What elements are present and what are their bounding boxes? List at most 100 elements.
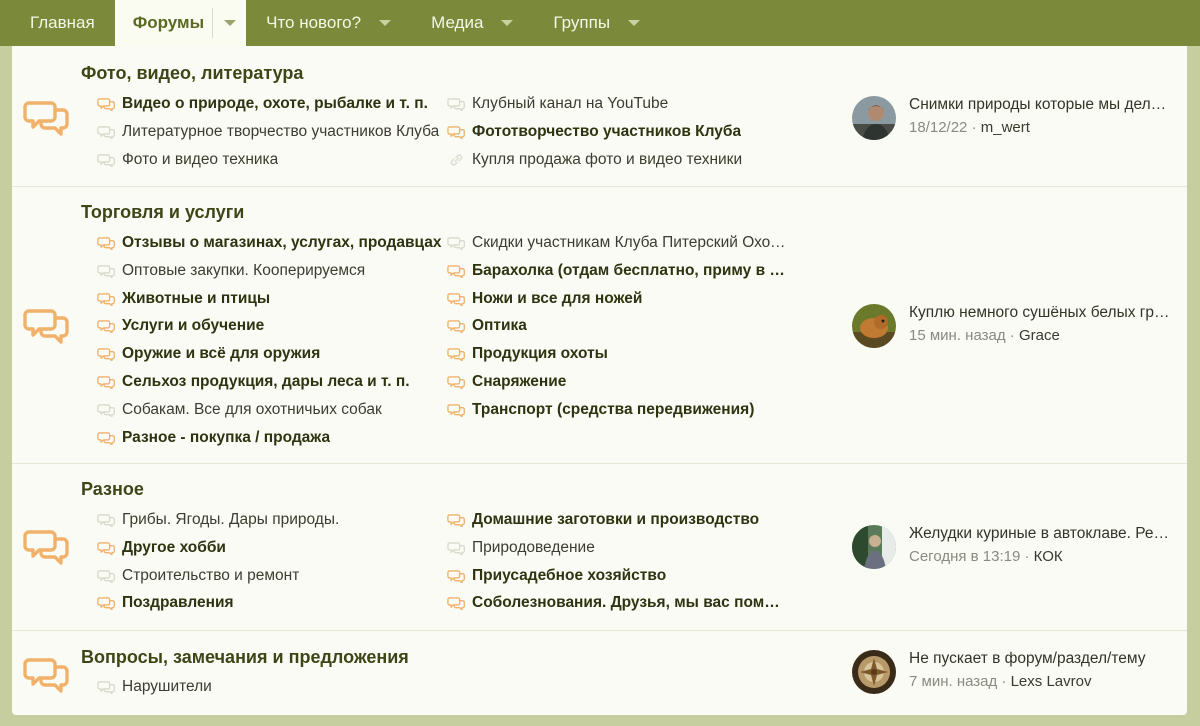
chat-icon (447, 541, 466, 556)
subforum-link[interactable]: Видео о природе, охоте, рыбалке и т. п. (97, 94, 445, 114)
latest-post-user[interactable]: Lexs Lavrov (1011, 673, 1092, 690)
subforum-link[interactable]: Животные и птицы (97, 289, 445, 309)
subforum-link[interactable]: Литературное творчество участников Клуба (97, 122, 445, 142)
subforum-link[interactable]: Ножи и все для ножей (447, 289, 787, 309)
subforum-link[interactable]: Грибы. Ягоды. Дары природы. (97, 510, 445, 530)
category-title[interactable]: Фото, видео, литература (81, 63, 303, 84)
subforum-link[interactable]: Соболезнования. Друзья, мы вас помним (447, 593, 787, 613)
chat-icon (97, 513, 116, 528)
latest-post[interactable]: Куплю немного сушёных белых грибов 15 ми… (852, 304, 1182, 350)
chat-icon (97, 596, 116, 612)
nav-tab-groups-label: Группы (553, 13, 611, 32)
category-title[interactable]: Вопросы, замечания и предложения (81, 647, 409, 668)
avatar[interactable] (852, 650, 896, 694)
chat-icon (97, 403, 116, 418)
link-icon (447, 153, 466, 167)
latest-post-title[interactable]: Желудки куриные в автоклаве. Рецепт (909, 525, 1171, 543)
chevron-down-icon[interactable] (379, 20, 392, 26)
subforum-label: Литературное творчество участников Клуба (122, 122, 440, 140)
latest-post-date: 15 мин. назад (909, 327, 1006, 344)
latest-post-title[interactable]: Снимки природы которые мы делаем (909, 96, 1171, 114)
subforum-link[interactable]: Приусадебное хозяйство (447, 566, 787, 586)
subforum-link[interactable]: Оружие и всё для оружия (97, 344, 445, 364)
meta-separator: · (971, 119, 981, 136)
subforum-link[interactable]: Другое хобби (97, 538, 445, 558)
avatar[interactable] (852, 304, 896, 348)
subforum-label: Фото и видео техника (122, 150, 279, 168)
latest-post-user[interactable]: m_wert (981, 119, 1030, 136)
subforum-link[interactable]: Разное - покупка / продажа (97, 428, 445, 448)
subforum-label: Другое хобби (122, 538, 226, 556)
subforum-link[interactable]: Собакам. Все для охотничьих собак (97, 400, 445, 420)
forum-list-panel: Фото, видео, литература Снимки природы к… (12, 46, 1187, 715)
subforum-link[interactable]: Продукция охоты (447, 344, 787, 364)
subforum-label: Снаряжение (472, 373, 567, 390)
nav-tab-media[interactable]: Медиа (411, 0, 533, 46)
avatar[interactable] (852, 525, 896, 569)
category-title[interactable]: Торговля и услуги (81, 202, 244, 223)
subforum-link[interactable]: Транспорт (средства передвижения) (447, 400, 787, 420)
subforum-link[interactable]: Поздравления (97, 593, 445, 613)
subforum-link[interactable]: Домашние заготовки и производство (447, 510, 787, 530)
latest-post[interactable]: Не пускает в форум/раздел/тему 7 мин. на… (852, 650, 1182, 696)
chat-icon (447, 403, 466, 418)
nav-tab-whats-new[interactable]: Что нового? (246, 0, 411, 46)
subforum-link[interactable]: Строительство и ремонт (97, 566, 445, 586)
subforum-link[interactable]: Услуги и обучение (97, 316, 445, 336)
subforum-link[interactable]: Отзывы о магазинах, услугах, продавцах (97, 233, 445, 253)
subforum-label: Собакам. Все для охотничьих собак (122, 400, 382, 418)
latest-post-title[interactable]: Куплю немного сушёных белых грибов (909, 304, 1171, 322)
latest-post-meta: Сегодня в 13:19 · КОК (909, 548, 1063, 565)
subforum-link[interactable]: Природоведение (447, 538, 787, 558)
forums-menu-toggle[interactable] (212, 8, 246, 38)
chat-icon (97, 236, 116, 251)
forum-node-icon (23, 525, 71, 565)
subforum-link[interactable]: Купля продажа фото и видео техники (447, 150, 787, 170)
subforum-link[interactable]: Оптовые закупки. Кооперируемся (97, 261, 445, 281)
category-title[interactable]: Разное (81, 479, 144, 500)
chat-icon (97, 569, 116, 584)
latest-post-title[interactable]: Не пускает в форум/раздел/тему (909, 650, 1171, 668)
chat-icon (447, 319, 466, 335)
latest-post-user[interactable]: КОК (1034, 548, 1063, 565)
latest-post[interactable]: Желудки куриные в автоклаве. Рецепт Сего… (852, 525, 1182, 571)
subforum-link[interactable]: Клубный канал на YouTube (447, 94, 787, 114)
chat-icon (97, 680, 116, 695)
nav-tab-whats-new-label: Что нового? (266, 13, 362, 32)
subforum-link[interactable]: Барахолка (отдам бесплатно, приму в дар) (447, 261, 787, 281)
subforum-label: Разное - покупка / продажа (122, 428, 331, 446)
subforum-link[interactable]: Оптика (447, 316, 787, 336)
subforum-label: Оружие и всё для оружия (122, 345, 321, 363)
chat-icon (97, 264, 116, 279)
subforum-label: Природоведение (472, 538, 595, 556)
latest-post-meta: 7 мин. назад · Lexs Lavrov (909, 673, 1091, 690)
avatar[interactable] (852, 96, 896, 140)
chevron-down-icon[interactable] (628, 20, 641, 26)
forum-node-icon (23, 96, 71, 136)
nav-tab-groups[interactable]: Группы (533, 0, 660, 46)
chevron-down-icon (223, 20, 236, 26)
subforum-link[interactable]: Скидки участникам Клуба Питерский Охотни… (447, 233, 787, 253)
latest-post[interactable]: Снимки природы которые мы делаем 18/12/2… (852, 96, 1182, 142)
latest-post-date: Сегодня в 13:19 (909, 548, 1021, 565)
subforum-link[interactable]: Нарушители (97, 677, 445, 697)
nav-tab-forums[interactable]: Форумы (114, 0, 247, 46)
subforum-label: Видео о природе, охоте, рыбалке и т. п. (122, 95, 428, 112)
latest-post-user[interactable]: Grace (1019, 327, 1060, 344)
forum-category-photo-video: Фото, видео, литература Снимки природы к… (12, 46, 1187, 187)
subforum-label: Скидки участникам Клуба Питерский Охотни… (472, 234, 787, 251)
subforum-label: Нарушители (122, 678, 212, 695)
chat-icon (97, 375, 116, 390)
nav-tab-home-label: Главная (30, 13, 95, 32)
nav-tab-home[interactable]: Главная (0, 0, 115, 46)
subforum-link[interactable]: Снаряжение (447, 372, 787, 392)
chat-icon (447, 347, 466, 362)
subforum-link[interactable]: Сельхоз продукция, дары леса и т. п. (97, 372, 445, 392)
chat-icon (447, 375, 466, 390)
subforum-label: Клубный канал на YouTube (472, 95, 669, 112)
chat-icon (97, 125, 116, 140)
subforum-link[interactable]: Фото и видео техника (97, 150, 445, 170)
subforum-link[interactable]: Фототворчество участников Клуба (447, 122, 787, 142)
chevron-down-icon[interactable] (501, 20, 514, 26)
latest-post-date: 18/12/22 (909, 119, 968, 136)
